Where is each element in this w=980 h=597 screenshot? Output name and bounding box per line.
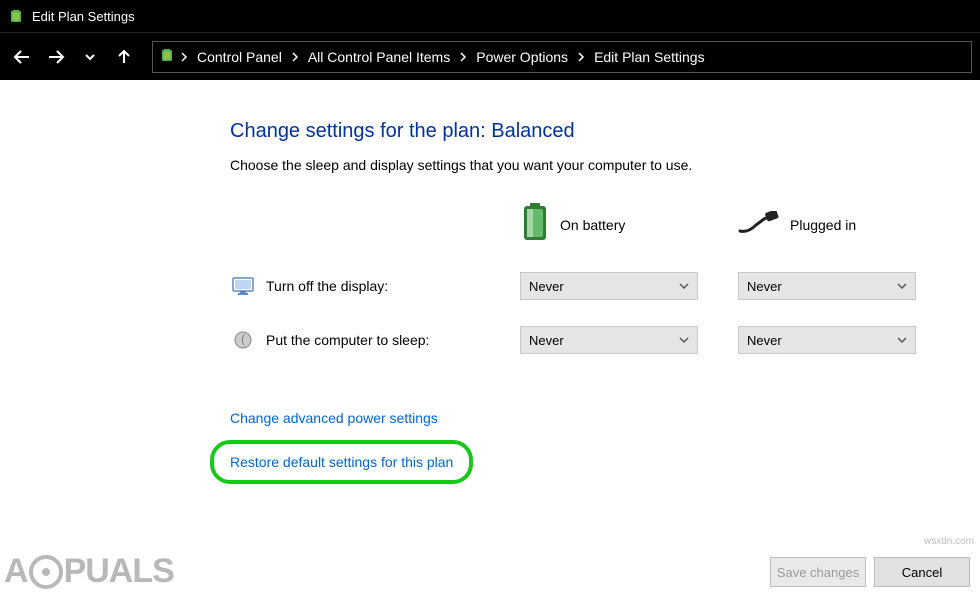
title-bar: Edit Plan Settings: [0, 0, 980, 32]
monitor-icon: [230, 276, 256, 296]
save-changes-button[interactable]: Save changes: [770, 557, 866, 587]
target-icon: [29, 555, 63, 589]
display-battery-value: Never: [529, 279, 564, 294]
column-on-battery: On battery: [560, 217, 625, 233]
breadcrumb-control-panel[interactable]: Control Panel: [193, 47, 286, 67]
label-turn-off-display: Turn off the display:: [266, 278, 388, 294]
button-bar: Save changes Cancel: [770, 557, 970, 587]
breadcrumb-power-options[interactable]: Power Options: [472, 47, 572, 67]
nav-bar: Control Panel All Control Panel Items Po…: [0, 32, 980, 80]
watermark-logo: A PUALS: [4, 552, 174, 591]
label-sleep: Put the computer to sleep:: [266, 332, 429, 348]
chevron-down-icon: [897, 279, 907, 294]
column-headers: On battery Plugged in: [230, 203, 940, 246]
row-turn-off-display: Turn off the display: Never Never: [230, 272, 940, 300]
link-advanced-settings[interactable]: Change advanced power settings: [230, 410, 438, 426]
recent-dropdown[interactable]: [76, 43, 104, 71]
column-plugged-in: Plugged in: [790, 217, 856, 233]
chevron-right-icon[interactable]: [458, 52, 468, 62]
up-button[interactable]: [110, 43, 138, 71]
plug-icon: [738, 211, 780, 238]
sleep-battery-select[interactable]: Never: [520, 326, 698, 354]
watermark-site: wsxdn.com: [924, 536, 974, 547]
display-plugged-value: Never: [747, 279, 782, 294]
chevron-right-icon[interactable]: [290, 52, 300, 62]
breadcrumb-edit-plan[interactable]: Edit Plan Settings: [590, 47, 709, 67]
sleep-plugged-select[interactable]: Never: [738, 326, 916, 354]
display-battery-select[interactable]: Never: [520, 272, 698, 300]
watermark-suffix: PUALS: [64, 552, 174, 591]
content-area: Change settings for the plan: Balanced C…: [0, 80, 980, 470]
battery-app-icon: [8, 8, 24, 24]
chevron-right-icon[interactable]: [576, 52, 586, 62]
forward-button[interactable]: [42, 43, 70, 71]
chevron-down-icon: [897, 333, 907, 348]
chevron-down-icon: [679, 279, 689, 294]
moon-icon: [230, 330, 256, 350]
chevron-down-icon: [679, 333, 689, 348]
battery-icon: [520, 203, 550, 246]
page-heading: Change settings for the plan: Balanced: [230, 120, 940, 143]
cancel-button[interactable]: Cancel: [874, 557, 970, 587]
chevron-right-icon[interactable]: [179, 52, 189, 62]
breadcrumb-all-items[interactable]: All Control Panel Items: [304, 47, 454, 67]
battery-app-icon: [159, 47, 175, 66]
sleep-plugged-value: Never: [747, 333, 782, 348]
window-title: Edit Plan Settings: [32, 9, 135, 24]
link-restore-defaults[interactable]: Restore default settings for this plan: [230, 454, 453, 470]
row-sleep: Put the computer to sleep: Never Never: [230, 326, 940, 354]
page-subheading: Choose the sleep and display settings th…: [230, 157, 940, 173]
address-bar[interactable]: Control Panel All Control Panel Items Po…: [152, 41, 972, 73]
sleep-battery-value: Never: [529, 333, 564, 348]
watermark-prefix: A: [4, 552, 28, 591]
back-button[interactable]: [8, 43, 36, 71]
display-plugged-select[interactable]: Never: [738, 272, 916, 300]
